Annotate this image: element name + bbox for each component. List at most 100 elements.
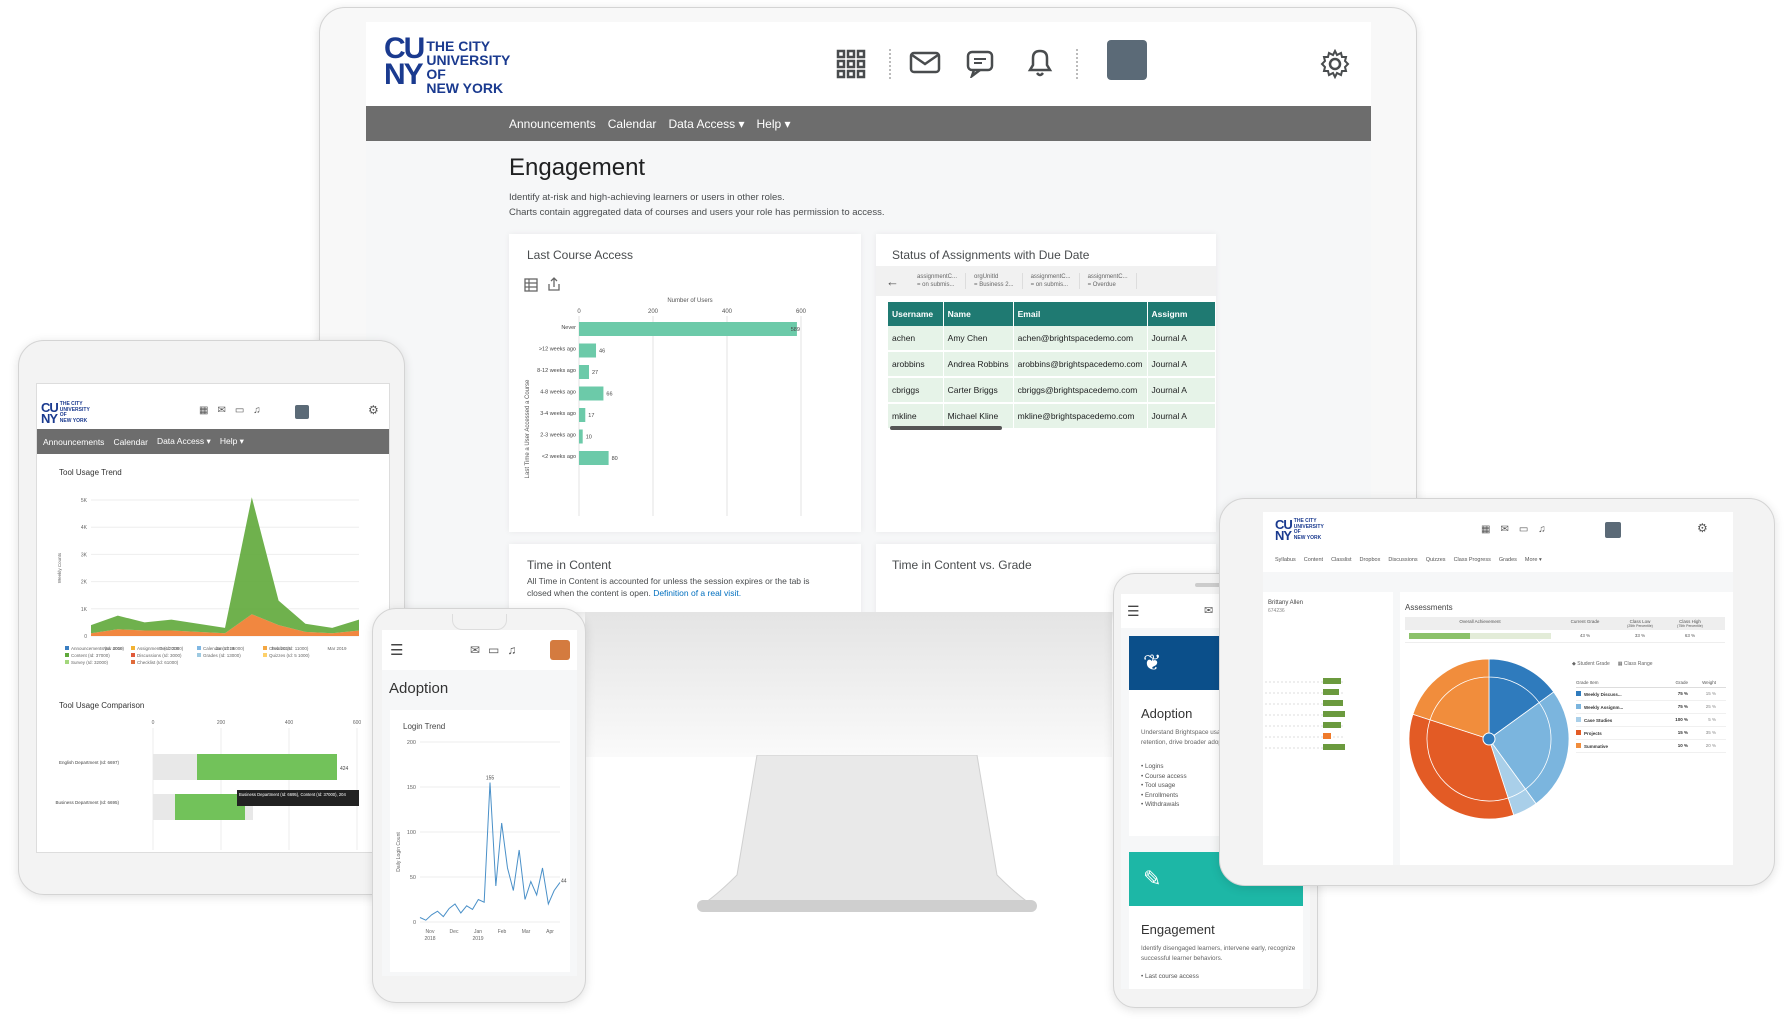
legend-swatch xyxy=(197,646,201,650)
table-row: arobbins Andrea Robbins arobbins@brightspa… xyxy=(888,351,1217,378)
bell-icon[interactable] xyxy=(1026,46,1054,78)
filter-bar: ← assignmentC... = on submis... orgUnitId =… xyxy=(876,266,1216,296)
legend-swatch xyxy=(131,653,135,657)
grade-value: 100 % xyxy=(1675,717,1688,722)
tool-usage-trend-chart: 5K4K3K2K1K0Weekly CountsNov 2018 Dec 2018… xyxy=(57,497,359,651)
gear-icon[interactable] xyxy=(1320,49,1350,79)
bar xyxy=(197,754,337,780)
avatar[interactable] xyxy=(1605,522,1621,538)
bar xyxy=(579,343,597,358)
filter-value: = on submis... xyxy=(1030,282,1069,288)
header-sublabel: (25th Percentile) xyxy=(1627,624,1653,628)
progress-bar xyxy=(1323,678,1341,684)
card-title: Time in Content vs. Grade xyxy=(892,558,1032,572)
table-scrollbar[interactable] xyxy=(890,426,1002,430)
course-nav-item[interactable]: Content xyxy=(1304,557,1323,563)
x-tick-label: Jan xyxy=(474,929,482,935)
monitor-header xyxy=(366,22,1371,106)
x-tick-label: Nov xyxy=(426,929,435,935)
bar xyxy=(579,429,583,444)
table-header-row: Username Name Email Assignm xyxy=(888,302,1217,326)
gear-icon[interactable]: ⚙ xyxy=(1697,521,1708,535)
category-label: English Department (Id: 6697) xyxy=(59,760,120,765)
logo-line4: NEW YORK xyxy=(426,80,504,96)
nav-data-access[interactable]: Data Access ▾ xyxy=(668,117,744,131)
tablet2-header-icons: ▦✉▭♫ xyxy=(1481,524,1556,535)
tooltip-text: Business Department (Id: 6695), Content … xyxy=(239,792,347,797)
grade-item-cell: Weekly Assignm... xyxy=(1576,704,1646,710)
table-row: Projects 15 % 35 % xyxy=(1576,727,1726,740)
chat-icon: ✎ xyxy=(1143,866,1162,891)
legend-swatch xyxy=(131,660,135,664)
legend-swatch xyxy=(1576,691,1581,696)
progress-bar xyxy=(1323,722,1341,728)
list-item: • Logins xyxy=(1141,763,1164,770)
x-tick-label: 400 xyxy=(285,720,294,726)
filter-name: orgUnitId xyxy=(974,274,999,280)
grade-item-name: Case Studies xyxy=(1584,718,1613,723)
apps-grid-icon[interactable] xyxy=(836,49,866,79)
grade-value: 10 % xyxy=(1677,743,1688,748)
course-nav-item[interactable]: Grades xyxy=(1499,557,1517,563)
back-arrow-icon[interactable]: ← xyxy=(876,274,909,289)
legend-entry: Classlist (Id: 11000) xyxy=(263,646,329,651)
table-view-icon[interactable] xyxy=(524,278,538,292)
chat-icon[interactable] xyxy=(966,48,998,78)
weight-value: 15 % xyxy=(1705,691,1716,696)
grade-item-cell: Projects xyxy=(1576,730,1646,736)
nav-help[interactable]: Help ▾ xyxy=(220,436,244,447)
nav-calendar[interactable]: Calendar xyxy=(113,437,148,447)
column-header: Grade Item xyxy=(1576,680,1599,685)
nav-data-access[interactable]: Data Access ▾ xyxy=(157,436,211,447)
menu-icon[interactable]: ☰ xyxy=(1127,603,1140,620)
menu-icon[interactable]: ☰ xyxy=(390,641,403,659)
student-panel: Brittany Allen 674236 xyxy=(1263,592,1393,865)
x-tick-label: 2019 xyxy=(472,936,483,942)
definition-link[interactable]: Definition of a real visit. xyxy=(653,588,741,598)
filter-chip[interactable]: assignmentC... = on submis... xyxy=(1023,273,1080,289)
avatar[interactable] xyxy=(1107,40,1147,80)
card-title: Status of Assignments with Due Date xyxy=(892,248,1090,262)
nav-help[interactable]: Help ▾ xyxy=(757,117,791,131)
mail-icon[interactable] xyxy=(909,51,941,75)
column-header: Assignm xyxy=(1147,302,1217,326)
card-title: Adoption xyxy=(1141,706,1193,721)
legend-entry: Grades (Id: 13000) xyxy=(197,653,263,658)
course-nav-item[interactable]: Dropbox xyxy=(1360,557,1381,563)
avatar[interactable] xyxy=(295,405,309,419)
table-row: Weekly Discuss... 75 % 15 % xyxy=(1576,688,1726,701)
data-label: 27 xyxy=(592,370,598,376)
table-cell: Journal A xyxy=(1147,377,1217,404)
course-nav-item[interactable]: Quizzes xyxy=(1426,557,1446,563)
nav-calendar[interactable]: Calendar xyxy=(608,117,657,131)
course-nav-item[interactable]: Discussions xyxy=(1388,557,1417,563)
nav-announcements[interactable]: Announcements xyxy=(509,117,596,131)
course-nav-item[interactable]: Class Progress xyxy=(1454,557,1491,563)
progress-bar xyxy=(1323,700,1343,706)
trend-legend: Announcements (Id: 4000) Assignments (Id:… xyxy=(65,646,365,665)
table-cell: cbriggs xyxy=(888,377,944,404)
monitor-stand-neck xyxy=(697,755,1037,912)
table-row: achen Amy Chen achen@brightspacedemo.com Jo… xyxy=(888,326,1217,352)
avatar[interactable] xyxy=(550,640,570,660)
course-nav-item[interactable]: Classlist xyxy=(1331,557,1351,563)
export-icon[interactable] xyxy=(547,277,561,292)
nav-announcements[interactable]: Announcements xyxy=(43,437,104,447)
legend-label: Assignments (Id: 2000) xyxy=(137,646,184,651)
student-name: Brittany Allen xyxy=(1268,600,1304,606)
column-header: Weight xyxy=(1702,680,1716,685)
filter-chip[interactable]: orgUnitId = Business 2... xyxy=(966,273,1023,289)
login-trend-card: Login Trend 200 150 100 50 0 Daily Login Coun… xyxy=(390,710,570,972)
filter-chip[interactable]: assignmentC... = on submis... xyxy=(909,273,967,289)
filter-chip[interactable]: assignmentC... = Overdue xyxy=(1080,273,1137,289)
table-cell: 63 % xyxy=(1684,633,1696,638)
cuny-logo: CU NY THE CITY UNIVERSITY OF NEW YORK xyxy=(41,400,90,427)
course-nav-item[interactable]: Syllabus xyxy=(1275,557,1296,563)
card-title: Engagement xyxy=(1141,922,1215,937)
course-nav-item[interactable]: More ▾ xyxy=(1525,557,1542,563)
page-desc-2: Charts contain aggregated data of course… xyxy=(509,207,885,218)
gear-icon[interactable]: ⚙ xyxy=(368,403,379,417)
x-tick-label: 0 xyxy=(152,720,155,726)
student-id: 674236 xyxy=(1268,608,1285,614)
login-trend-chart: 200150100500Daily Login Count15544Nov201… xyxy=(396,740,567,942)
